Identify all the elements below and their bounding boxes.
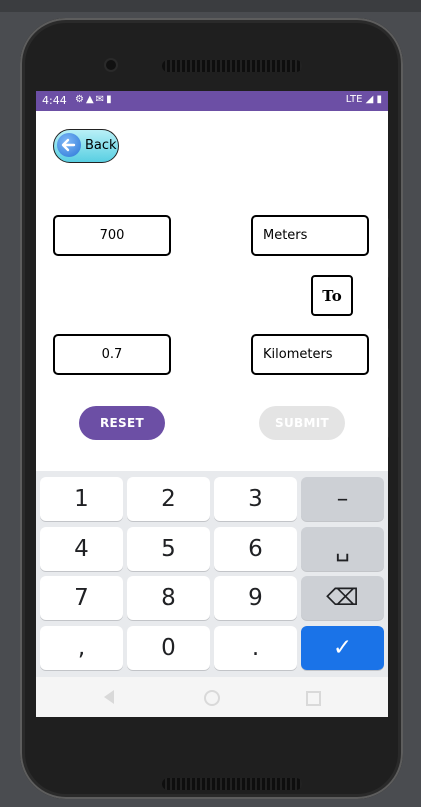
bottom-speaker [162,778,302,790]
output-unit-text: Kilometers [263,347,333,362]
key-0[interactable]: 0 [127,626,210,670]
nav-back-icon[interactable] [104,690,114,704]
key-minus[interactable]: – [301,477,384,521]
key-1[interactable]: 1 [40,477,123,521]
key-8[interactable]: 8 [127,576,210,620]
status-right: LTE ◢ ▮ [346,94,382,105]
network-label: LTE [345,94,363,105]
settings-icon: ⚙ [75,94,86,105]
output-value-field[interactable]: 0.7 [53,334,171,375]
sd-card-icon: ▮ [106,94,114,105]
emulator-top-bar [0,0,421,12]
back-button-label: Back [85,138,117,153]
output-unit-selector[interactable]: Kilometers [251,334,369,375]
status-time: 4:44 [42,94,67,107]
input-value-text: 700 [99,228,125,243]
backspace-key[interactable]: ⌫ [301,576,384,620]
input-value-field[interactable]: 700 [53,215,171,256]
key-6[interactable]: 6 [214,527,297,571]
input-unit-selector[interactable]: Meters [251,215,369,256]
done-key[interactable]: ✓ [301,626,384,670]
output-value-text: 0.7 [101,347,123,362]
numeric-keyboard: 1 2 3 – 4 5 6 ␣ 7 8 9 ⌫ , 0 . ✓ [36,471,388,677]
nav-home-icon[interactable] [204,690,220,706]
key-3[interactable]: 3 [214,477,297,521]
key-comma[interactable]: , [40,626,123,670]
submit-button[interactable]: SUBMIT [259,406,345,440]
top-speaker [162,60,302,72]
input-unit-text: Meters [263,228,308,243]
nav-recents-icon[interactable] [306,691,321,706]
key-5[interactable]: 5 [127,527,210,571]
reset-button[interactable]: RESET [79,406,165,440]
key-space[interactable]: ␣ [301,527,384,571]
mail-icon: ✉ [95,94,107,105]
back-button[interactable]: Back [53,129,119,163]
signal-icon: ◢ [365,94,374,105]
warning-icon: ▲ [85,94,96,105]
app-screen: 4:44 ⚙▲✉▮ LTE ◢ ▮ Back 700 Meters To 0.7… [36,91,388,717]
front-camera [106,60,116,70]
key-4[interactable]: 4 [40,527,123,571]
notification-icons: ⚙▲✉▮ [75,94,114,105]
key-9[interactable]: 9 [214,576,297,620]
navigation-bar [36,677,388,717]
key-2[interactable]: 2 [127,477,210,521]
back-arrow-icon [57,133,81,157]
battery-icon: ▮ [376,94,382,105]
key-period[interactable]: . [214,626,297,670]
key-7[interactable]: 7 [40,576,123,620]
status-bar: 4:44 ⚙▲✉▮ LTE ◢ ▮ [36,91,388,111]
to-label: To [311,275,353,316]
